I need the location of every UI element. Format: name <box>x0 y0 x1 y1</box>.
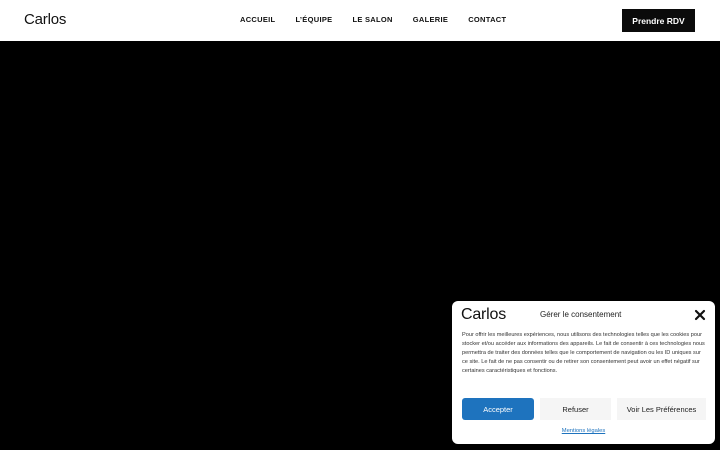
accept-button[interactable]: Accepter <box>462 398 534 420</box>
nav-item-equipe[interactable]: L’ÉQUIPE <box>295 15 332 24</box>
site-logo[interactable]: Carlos <box>24 11 66 28</box>
nav-item-galerie[interactable]: GALERIE <box>413 15 448 24</box>
consent-description: Pour offrir les meilleures expériences, … <box>462 332 705 374</box>
close-icon[interactable] <box>694 308 706 321</box>
consent-logo: Carlos <box>461 306 507 323</box>
main-nav: ACCUEIL L’ÉQUIPE LE SALON GALERIE CONTAC… <box>240 15 526 24</box>
cookie-consent-panel: Carlos Gérer le consentement Pour offrir… <box>452 301 715 444</box>
site-header: Carlos ACCUEIL L’ÉQUIPE LE SALON GALERIE… <box>0 0 720 41</box>
consent-title: Gérer le consentement <box>540 310 622 319</box>
view-preferences-button[interactable]: Voir Les Préférences <box>617 398 706 420</box>
refuse-button[interactable]: Refuser <box>540 398 611 420</box>
nav-item-contact[interactable]: CONTACT <box>468 15 506 24</box>
legal-notice-link[interactable]: Mentions légales <box>452 428 715 434</box>
nav-item-accueil[interactable]: ACCUEIL <box>240 15 275 24</box>
nav-item-salon[interactable]: LE SALON <box>352 15 392 24</box>
book-appointment-button[interactable]: Prendre RDV <box>622 9 695 32</box>
